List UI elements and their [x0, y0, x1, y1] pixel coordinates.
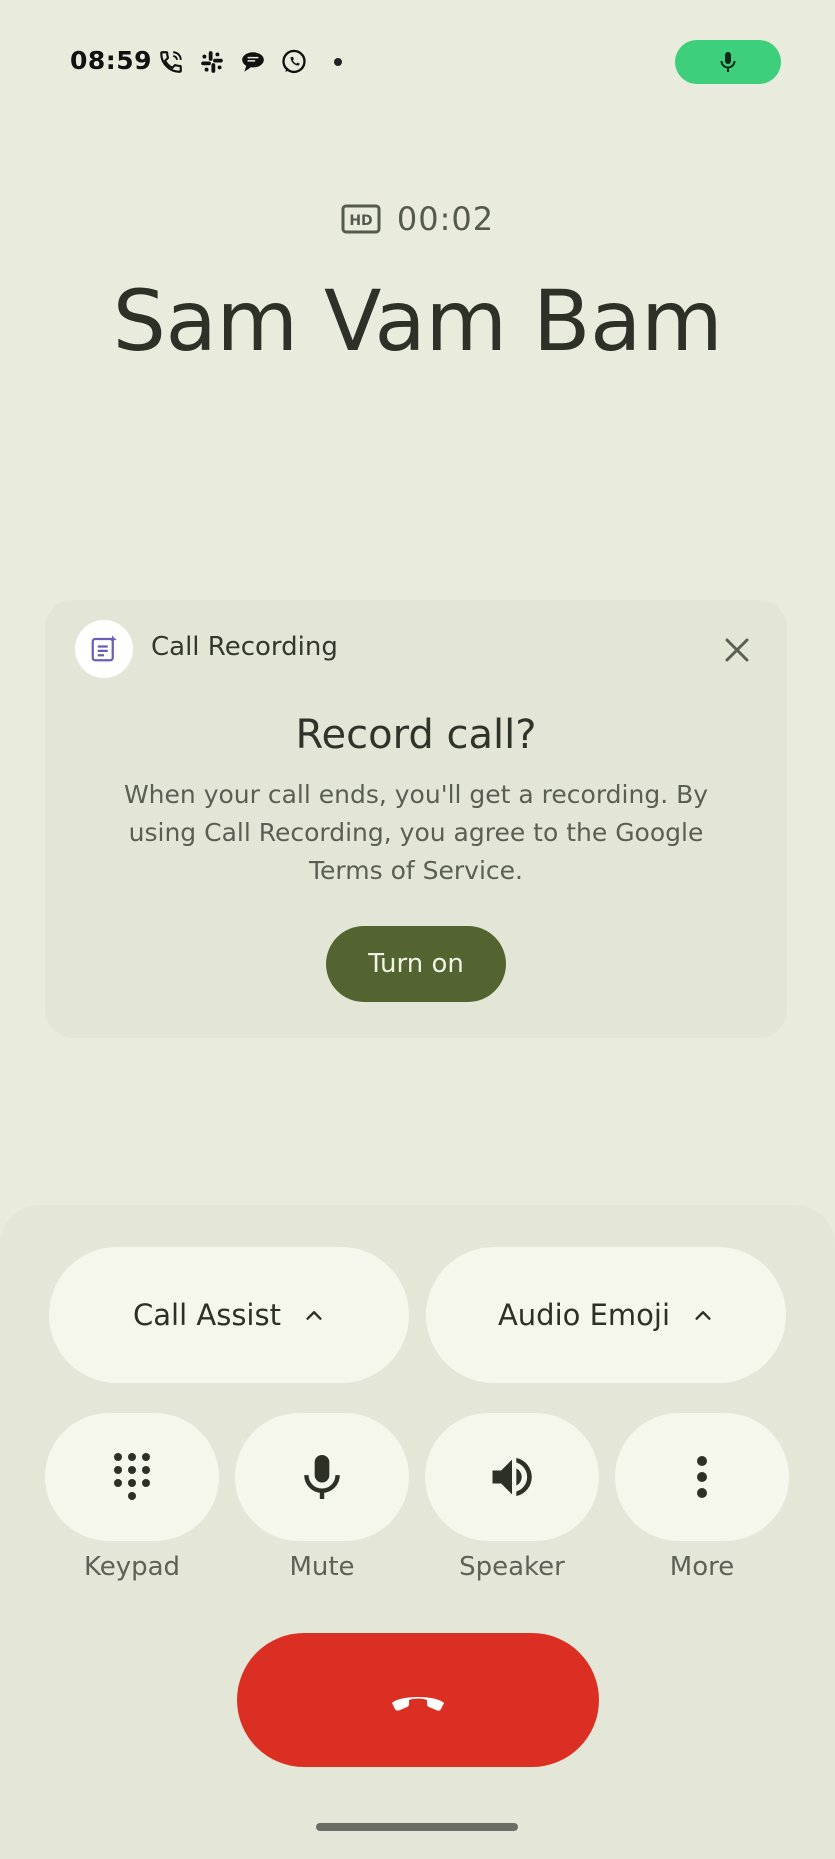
caller-name: Sam Vam Bam: [112, 272, 723, 370]
recording-badge: [75, 620, 133, 678]
slack-icon: [198, 48, 226, 76]
call-meta: HD 00:02: [0, 200, 835, 238]
close-card-button[interactable]: [717, 630, 757, 670]
more-button[interactable]: [615, 1413, 789, 1541]
mic-icon: [304, 1455, 340, 1499]
mute-label: Mute: [289, 1552, 355, 1582]
call-recording-card: Call Recording Record call? When your ca…: [45, 600, 787, 1038]
hd-badge-text: HD: [349, 213, 372, 229]
call-assist-button[interactable]: Call Assist: [49, 1247, 409, 1383]
whatsapp-icon: [280, 48, 308, 76]
home-indicator[interactable]: [316, 1823, 518, 1831]
keypad-label: Keypad: [83, 1552, 181, 1582]
chat-bubble-icon: [239, 48, 267, 76]
hang-up-icon: [392, 1697, 444, 1711]
turn-on-button[interactable]: Turn on: [326, 926, 506, 1002]
call-timer: 00:02: [396, 200, 495, 238]
more-label: More: [669, 1552, 735, 1582]
record-call-title: Record call?: [295, 712, 537, 758]
mic-icon: [720, 52, 736, 72]
hd-icon: HD: [341, 204, 381, 234]
more-notifications-dot: [324, 48, 352, 76]
audio-emoji-button[interactable]: Audio Emoji: [426, 1247, 786, 1383]
more-vert-icon: [697, 1456, 707, 1498]
mute-button[interactable]: [235, 1413, 409, 1541]
dialpad-icon: [114, 1453, 150, 1500]
call-notes-icon: [91, 635, 117, 662]
speaker-label: Speaker: [459, 1552, 565, 1582]
chevron-up-icon: [306, 1311, 322, 1320]
close-icon: [725, 638, 749, 662]
speaker-icon: [492, 1457, 532, 1497]
call-assist-label: Call Assist: [133, 1298, 281, 1332]
call-recording-label: Call Recording: [151, 632, 338, 662]
chevron-up-icon: [695, 1311, 711, 1320]
audio-emoji-label: Audio Emoji: [497, 1298, 671, 1332]
microphone-in-use-indicator[interactable]: [675, 40, 781, 84]
wifi-calling-icon: [157, 48, 185, 76]
record-call-description: When your call ends, you'll get a record…: [123, 780, 709, 885]
status-time: 08:59: [70, 46, 153, 75]
end-call-button[interactable]: [237, 1633, 599, 1767]
speaker-button[interactable]: [425, 1413, 599, 1541]
keypad-button[interactable]: [45, 1413, 219, 1541]
